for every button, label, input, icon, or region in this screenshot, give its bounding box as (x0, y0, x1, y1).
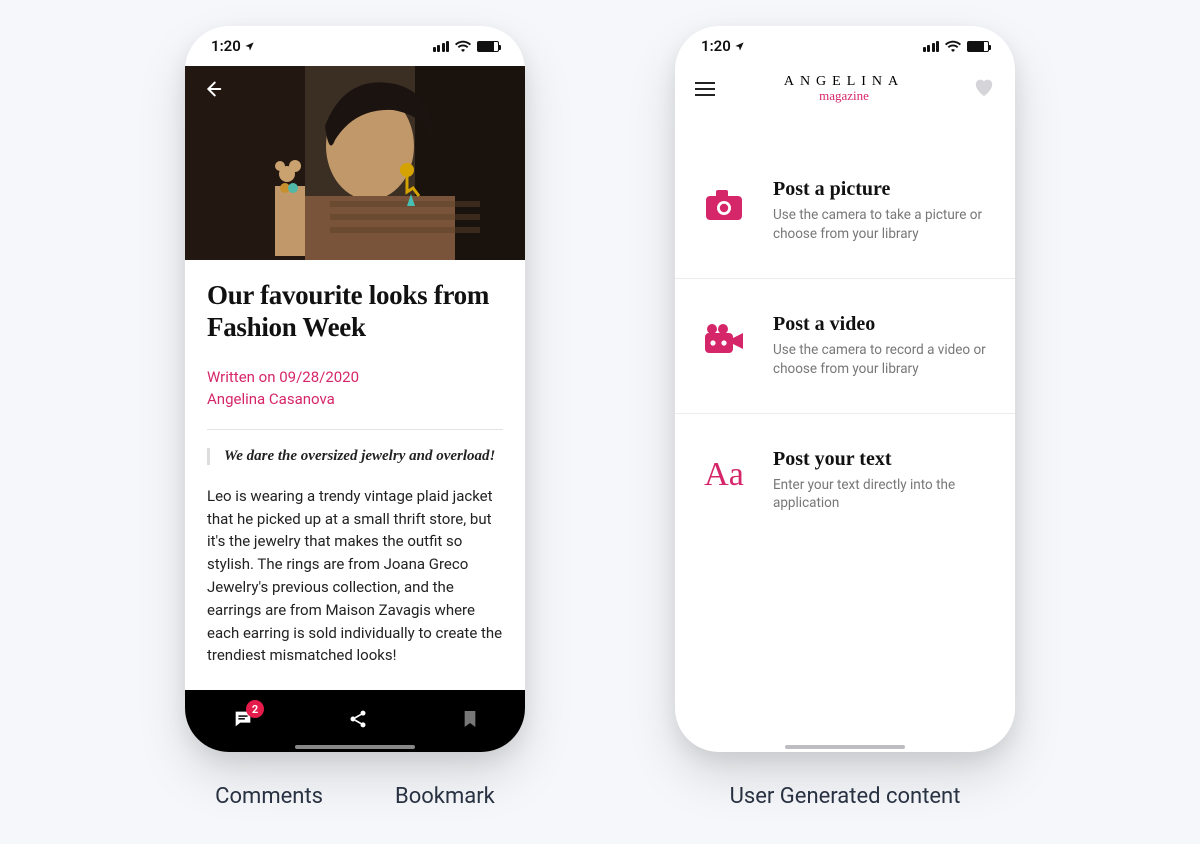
ugc-item-desc: Use the camera to record a video or choo… (773, 341, 995, 379)
bookmark-icon (462, 709, 478, 729)
ugc-item-title: Post a video (773, 313, 995, 336)
back-arrow-icon[interactable] (201, 78, 223, 106)
ugc-item-post-video[interactable]: Post a video Use the camera to record a … (675, 279, 1015, 414)
camera-icon (701, 182, 747, 228)
caption-comments: Comments (215, 784, 323, 809)
share-icon (348, 709, 368, 729)
article-quote: We dare the oversized jewelry and overlo… (207, 448, 503, 465)
video-camera-icon (701, 317, 747, 363)
phone-ugc: 1:20 ANGELINA magazine (675, 26, 1015, 752)
home-indicator[interactable] (295, 745, 415, 749)
ugc-list: Post a picture Use the camera to take a … (675, 108, 1015, 752)
comments-button[interactable]: 2 (232, 708, 254, 734)
comments-badge: 2 (246, 700, 264, 718)
caption-ugc: User Generated content (730, 784, 961, 809)
share-button[interactable] (348, 709, 368, 733)
favorite-heart-icon[interactable] (973, 77, 995, 102)
status-bar: 1:20 (185, 26, 525, 66)
article-body: Leo is wearing a trendy vintage plaid ja… (207, 485, 503, 667)
divider (207, 429, 503, 430)
status-time: 1:20 (701, 37, 745, 55)
brand-logo[interactable]: ANGELINA magazine (784, 74, 904, 104)
wifi-icon (455, 40, 471, 52)
quote-text: We dare the oversized jewelry and overlo… (224, 448, 503, 465)
phone-article: 1:20 (185, 26, 525, 752)
time-value: 1:20 (701, 37, 731, 55)
ugc-item-desc: Enter your text directly into the applic… (773, 476, 995, 514)
text-aa-icon: Aa (701, 452, 747, 498)
header: ANGELINA magazine (675, 66, 1015, 108)
article-author: Angelina Casanova (207, 388, 503, 411)
cellular-signal-icon (433, 41, 450, 52)
location-arrow-icon (734, 41, 745, 52)
hamburger-menu-icon[interactable] (695, 82, 715, 96)
brand-line2: magazine (784, 88, 904, 104)
status-bar: 1:20 (675, 26, 1015, 66)
bookmark-button[interactable] (462, 709, 478, 733)
bottom-bar: 2 (185, 690, 525, 752)
ugc-item-title: Post a picture (773, 178, 995, 201)
home-indicator[interactable] (785, 745, 905, 749)
article-date: Written on 09/28/2020 (207, 366, 503, 389)
location-arrow-icon (244, 41, 255, 52)
ugc-item-title: Post your text (773, 448, 995, 471)
caption-bookmark: Bookmark (395, 784, 495, 809)
article-title: Our favourite looks from Fashion Week (207, 280, 503, 344)
ugc-item-post-picture[interactable]: Post a picture Use the camera to take a … (675, 144, 1015, 279)
cellular-signal-icon (923, 41, 940, 52)
battery-icon (967, 41, 989, 52)
wifi-icon (945, 40, 961, 52)
ugc-item-desc: Use the camera to take a picture or choo… (773, 206, 995, 244)
article-hero-image (185, 66, 525, 260)
status-time: 1:20 (211, 37, 255, 55)
battery-icon (477, 41, 499, 52)
ugc-item-post-text[interactable]: Aa Post your text Enter your text direct… (675, 414, 1015, 548)
time-value: 1:20 (211, 37, 241, 55)
